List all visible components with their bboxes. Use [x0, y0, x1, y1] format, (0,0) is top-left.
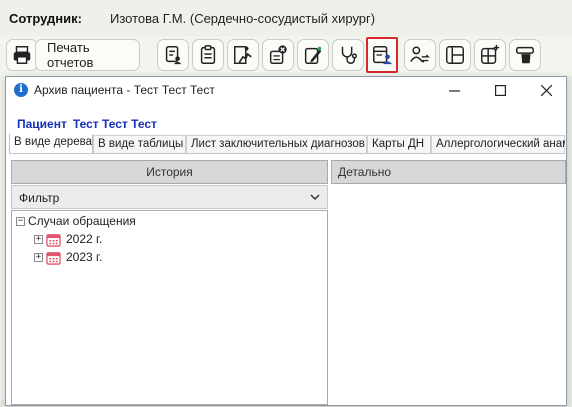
dialog-titlebar: i Архив пациента - Тест Тест Тест: [6, 77, 566, 103]
tree-node-label: 2022 г.: [66, 232, 103, 246]
stethoscope-icon: [341, 46, 357, 64]
detail-panel: Детально: [331, 160, 566, 405]
toolbar: Печать отчетов: [0, 36, 572, 76]
patient-archive-button[interactable]: [366, 37, 398, 73]
tree-node-label: 2023 г.: [66, 250, 103, 264]
edit-card-button[interactable]: [297, 39, 329, 71]
tab-table-view[interactable]: В виде таблицы: [93, 135, 186, 153]
chevron-down-icon: [310, 190, 320, 204]
dialog-title: Архив пациента - Тест Тест Тест: [34, 83, 215, 97]
stethoscope-button[interactable]: [332, 39, 364, 71]
document-user-button[interactable]: [157, 39, 189, 71]
cancel-stamp-button[interactable]: [262, 39, 294, 71]
close-button[interactable]: [524, 77, 568, 103]
edit-card-icon: [304, 46, 322, 64]
tab-final-diagnoses[interactable]: Лист заключительных диагнозов: [186, 135, 367, 153]
tree-node-2022[interactable]: + 2022 г.: [34, 231, 102, 247]
tab-dn-cards[interactable]: Карты ДН: [367, 135, 431, 153]
close-icon: [540, 84, 552, 96]
tree-node-2023[interactable]: + 2023 г.: [34, 249, 102, 265]
patient-archive-icon: [373, 46, 393, 65]
delete-icon: [516, 46, 534, 64]
delete-button[interactable]: [509, 39, 541, 71]
tab-label: Карты ДН: [372, 138, 425, 150]
document-user-icon: [165, 46, 182, 65]
employee-label: Сотрудник:: [9, 11, 82, 26]
history-panel: История Фильтр − Случаи обращения + 2022…: [11, 160, 328, 405]
layout-grid-icon: [446, 46, 464, 64]
history-tree: − Случаи обращения + 2022 г. + 2023 г.: [11, 210, 328, 405]
tab-allergy-anamnesis[interactable]: Аллергологический анамн: [431, 135, 565, 153]
filter-label: Фильтр: [19, 191, 60, 205]
patient-name: Тест Тест Тест: [72, 117, 157, 131]
employee-name: Изотова Г.М. (Сердечно-сосудистый хирург…: [110, 11, 376, 26]
detail-body: [331, 185, 566, 405]
clipboard-icon: [200, 45, 216, 64]
print-reports-button[interactable]: Печать отчетов: [35, 39, 140, 71]
detail-header: Детально: [331, 160, 566, 184]
patient-label: Пациент: [17, 117, 67, 131]
calendar-icon: [46, 251, 61, 265]
add-grid-button[interactable]: [474, 39, 506, 71]
user-transfer-button[interactable]: [404, 39, 436, 71]
layout-grid-button[interactable]: [439, 39, 471, 71]
tab-strip: В виде дерева В виде таблицы Лист заключ…: [9, 134, 565, 154]
minimize-icon: [448, 89, 460, 92]
patient-archive-dialog: i Архив пациента - Тест Тест Тест Пациен…: [5, 76, 567, 406]
print-button[interactable]: [6, 39, 38, 71]
cancel-stamp-icon: [269, 45, 287, 64]
history-header: История: [11, 160, 328, 184]
run-icon: [234, 46, 252, 64]
printer-icon: [13, 46, 31, 64]
patient-line: Пациент Тест Тест Тест: [17, 117, 163, 131]
run-button[interactable]: [227, 39, 259, 71]
expand-icon[interactable]: +: [34, 234, 43, 244]
collapse-icon[interactable]: −: [16, 216, 25, 226]
expand-icon[interactable]: +: [34, 252, 43, 262]
tree-root-label: Случаи обращения: [28, 214, 136, 228]
tab-label: В виде таблицы: [98, 138, 184, 150]
tree-root-node[interactable]: − Случаи обращения: [16, 213, 136, 229]
user-transfer-icon: [410, 46, 430, 63]
minimize-button[interactable]: [432, 77, 476, 103]
clipboard-button[interactable]: [192, 39, 224, 71]
maximize-button[interactable]: [478, 77, 522, 103]
add-grid-icon: [481, 44, 500, 64]
print-reports-label: Печать отчетов: [47, 40, 94, 70]
tab-label: Аллергологический анамн: [436, 138, 565, 150]
tab-label: В виде дерева: [14, 136, 92, 148]
tab-label: Лист заключительных диагнозов: [191, 138, 365, 150]
info-icon: i: [14, 83, 28, 97]
filter-dropdown[interactable]: Фильтр: [11, 185, 328, 209]
calendar-icon: [46, 233, 61, 247]
tab-tree-view[interactable]: В виде дерева: [9, 134, 93, 153]
maximize-icon: [494, 84, 506, 96]
header-bar: Сотрудник: Изотова Г.М. (Сердечно-сосуди…: [0, 0, 572, 36]
